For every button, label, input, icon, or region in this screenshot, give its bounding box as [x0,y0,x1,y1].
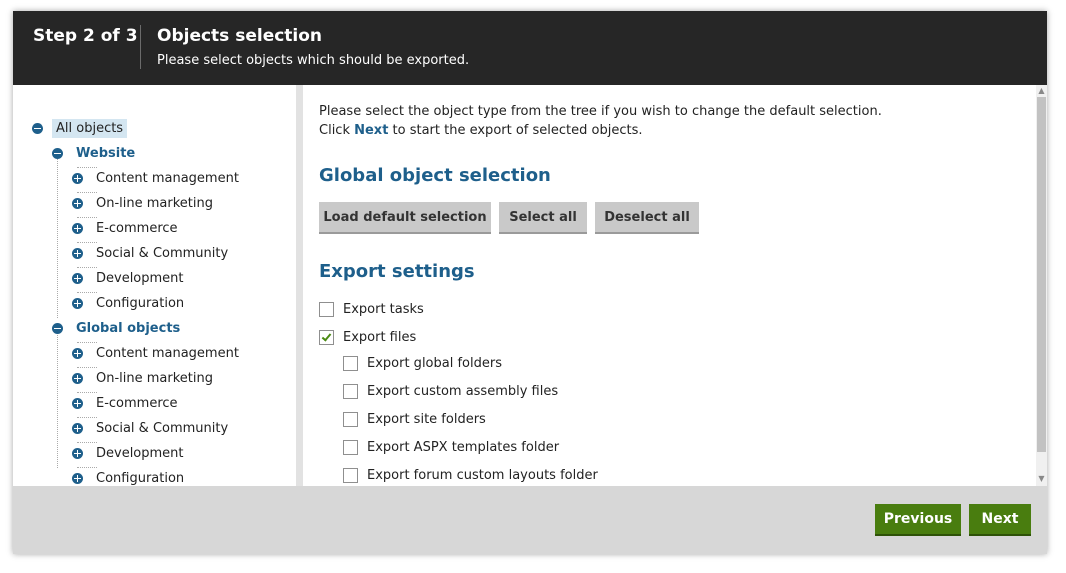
tree-node-website-content-management[interactable]: Content management [72,167,243,189]
previous-button[interactable]: Previous [875,504,961,536]
checkbox-label: Export files [343,329,417,345]
export-aspx-templates-folder-option[interactable]: Export ASPX templates folder [343,437,559,457]
expand-icon[interactable] [72,172,83,184]
scroll-down-icon[interactable]: ▼ [1036,473,1047,484]
tree-node-website-online-marketing[interactable]: On-line marketing [72,192,217,214]
tree-node-label[interactable]: All objects [52,118,128,138]
global-selection-heading: Global object selection [319,165,551,186]
tree-node-website[interactable]: Website [52,142,139,164]
tree-node-label[interactable]: Social & Community [92,244,232,263]
export-custom-assembly-files-checkbox[interactable] [343,383,358,399]
header-divider [140,25,141,69]
tree-connector [57,328,58,468]
export-files-option[interactable]: Export files [319,327,416,347]
step-indicator: Step 2 of 3 [33,26,138,46]
tree-node-label[interactable]: E-commerce [92,394,182,413]
export-global-folders-checkbox[interactable] [343,355,358,371]
instruction-text-next: Click Next to start the export of select… [319,123,642,138]
expand-icon[interactable] [72,197,83,209]
expand-icon[interactable] [72,347,83,359]
tree-node-label[interactable]: Configuration [92,469,188,487]
wizard-footer: Previous Next [13,486,1047,554]
tree-node-website-development[interactable]: Development [72,267,188,289]
tree-node-global-development[interactable]: Development [72,442,188,464]
export-forum-custom-layouts-folder-checkbox[interactable] [343,467,358,483]
export-files-checkbox[interactable] [319,329,334,345]
checkbox-label: Export ASPX templates folder [367,439,560,455]
checkbox-label: Export custom assembly files [367,383,559,399]
tree-node-global-content-management[interactable]: Content management [72,342,243,364]
tree-node-label[interactable]: On-line marketing [92,194,217,213]
instruction-prefix: Click [319,123,355,138]
tree-node-label[interactable]: Development [92,444,188,463]
instruction-suffix: to start the export of selected objects. [388,123,643,138]
tree-node-label[interactable]: Development [92,269,188,288]
tree-node-global-online-marketing[interactable]: On-line marketing [72,367,217,389]
select-all-button[interactable]: Select all [499,202,587,234]
export-wizard-dialog: Step 2 of 3 Objects selection Please sel… [13,11,1047,554]
checkbox-label: Export forum custom layouts folder [367,467,598,483]
tree-node-label[interactable]: On-line marketing [92,369,217,388]
expand-icon[interactable] [72,247,83,259]
content-pane: Please select the object type from the t… [303,85,1036,486]
tree-node-label[interactable]: Social & Community [92,419,232,438]
collapse-icon[interactable] [52,322,63,334]
scroll-thumb[interactable] [1037,97,1046,452]
scroll-up-icon[interactable]: ▲ [1036,85,1047,96]
page-title: Objects selection [157,26,323,46]
tree-node-label[interactable]: E-commerce [92,219,182,238]
expand-icon[interactable] [72,222,83,234]
tree-node-all-objects[interactable]: All objects [32,117,128,139]
tree-node-global-configuration[interactable]: Configuration [72,467,188,486]
tree-node-global-ecommerce[interactable]: E-commerce [72,392,182,414]
checkbox-label: Export site folders [367,411,486,427]
pane-splitter[interactable] [296,85,303,486]
checkbox-label: Export global folders [367,355,502,371]
instruction-next-keyword: Next [354,123,389,138]
expand-icon[interactable] [72,447,83,459]
export-tasks-checkbox[interactable] [319,301,334,317]
page-subtitle: Please select objects which should be ex… [157,53,470,68]
export-forum-custom-layouts-folder-option[interactable]: Export forum custom layouts folder [343,465,598,485]
collapse-icon[interactable] [32,122,43,134]
wizard-header: Step 2 of 3 Objects selection Please sel… [13,11,1047,85]
expand-icon[interactable] [72,297,83,309]
tree-connector [57,153,58,318]
expand-icon[interactable] [72,422,83,434]
object-tree: All objects Website Content management O… [13,85,296,486]
tree-node-label[interactable]: Website [72,144,139,163]
export-site-folders-checkbox[interactable] [343,411,358,427]
collapse-icon[interactable] [52,147,63,159]
expand-icon[interactable] [72,472,83,484]
export-custom-assembly-files-option[interactable]: Export custom assembly files [343,381,558,401]
export-aspx-templates-folder-checkbox[interactable] [343,439,358,455]
tree-node-website-configuration[interactable]: Configuration [72,292,188,314]
checkbox-label: Export tasks [343,301,424,317]
next-button[interactable]: Next [969,504,1031,536]
instruction-text: Please select the object type from the t… [319,104,882,119]
export-global-folders-option[interactable]: Export global folders [343,353,502,373]
expand-icon[interactable] [72,272,83,284]
expand-icon[interactable] [72,372,83,384]
tree-node-global-social-community[interactable]: Social & Community [72,417,232,439]
load-default-selection-button[interactable]: Load default selection [319,202,491,234]
tree-node-global-objects[interactable]: Global objects [52,317,184,339]
tree-node-website-ecommerce[interactable]: E-commerce [72,217,182,239]
expand-icon[interactable] [72,397,83,409]
export-settings-heading: Export settings [319,261,475,282]
tree-node-label[interactable]: Global objects [72,319,184,338]
tree-node-label[interactable]: Content management [92,344,243,363]
export-tasks-option[interactable]: Export tasks [319,299,424,319]
checkmark-icon [321,330,332,342]
content-scrollbar[interactable]: ▲ ▼ [1036,85,1047,486]
deselect-all-button[interactable]: Deselect all [595,202,699,234]
tree-node-label[interactable]: Content management [92,169,243,188]
tree-node-website-social-community[interactable]: Social & Community [72,242,232,264]
tree-node-label[interactable]: Configuration [92,294,188,313]
export-site-folders-option[interactable]: Export site folders [343,409,486,429]
